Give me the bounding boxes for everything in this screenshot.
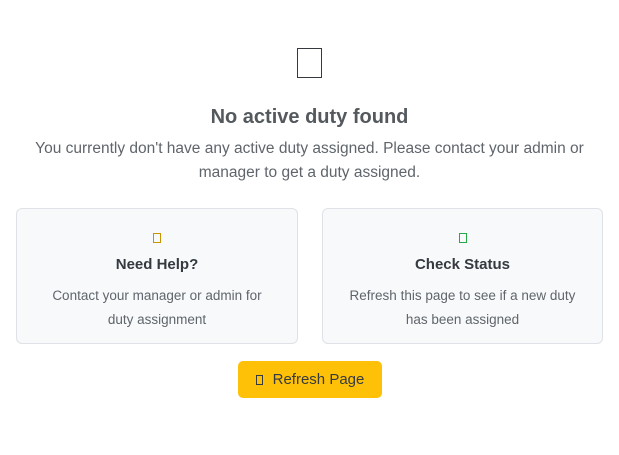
check-icon (458, 233, 467, 243)
need-help-card: Need Help? Contact your manager or admin… (16, 208, 298, 344)
refresh-icon (255, 374, 263, 385)
need-help-title: Need Help? (115, 256, 199, 273)
check-status-card: Check Status Refresh this page to see if… (322, 208, 603, 344)
empty-state-title: No active duty found (210, 106, 409, 128)
empty-state-icon (297, 48, 322, 78)
refresh-page-label: Refresh Page (272, 371, 365, 388)
check-status-title: Check Status (414, 256, 511, 273)
need-help-text: Contact your manager or admin for duty a… (52, 288, 262, 327)
check-status-text: Refresh this page to see if a new duty h… (349, 288, 576, 327)
help-icon (153, 233, 161, 243)
empty-state-message: You currently don't have any active duty… (35, 140, 584, 181)
refresh-page-button[interactable]: Refresh Page (238, 361, 382, 398)
